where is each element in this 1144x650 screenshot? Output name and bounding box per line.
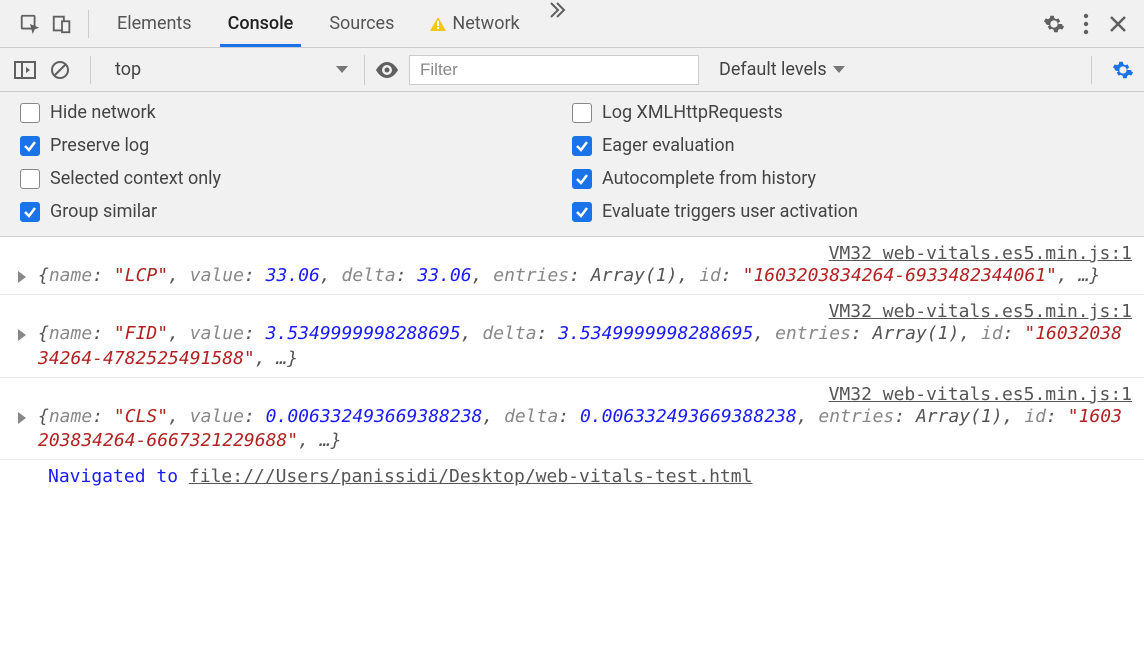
inspect-element-icon[interactable] xyxy=(14,8,46,40)
context-selector[interactable]: top xyxy=(105,55,365,85)
log-levels-selector[interactable]: Default levels xyxy=(709,59,855,80)
source-link[interactable]: VM32 web-vitals.es5.min.js:1 xyxy=(829,301,1132,322)
checkbox-icon xyxy=(20,202,40,222)
log-entry: VM32 web-vitals.es5.min.js:1 {name: "FID… xyxy=(0,295,1144,378)
warning-icon xyxy=(430,17,446,31)
checkbox-group-similar[interactable]: Group similar xyxy=(20,201,572,222)
checkbox-icon xyxy=(20,103,40,123)
tab-label: Sources xyxy=(329,13,394,34)
nav-url[interactable]: file:///Users/panissidi/Desktop/web-vita… xyxy=(189,466,753,487)
checkbox-label: Selected context only xyxy=(50,168,221,189)
navigation-entry: Navigated to file:///Users/panissidi/Des… xyxy=(0,460,1144,493)
checkbox-hide-network[interactable]: Hide network xyxy=(20,102,572,123)
console-log-area: VM32 web-vitals.es5.min.js:1 {name: "LCP… xyxy=(0,237,1144,493)
checkbox-icon xyxy=(20,136,40,156)
filter-input[interactable] xyxy=(409,55,699,85)
expand-arrow-icon[interactable] xyxy=(18,412,26,424)
console-settings-panel: Hide network Log XMLHttpRequests Preserv… xyxy=(0,92,1144,237)
panel-tabs: Elements Console Sources Network xyxy=(99,0,578,47)
sidebar-toggle-icon[interactable] xyxy=(14,61,40,79)
source-link[interactable]: VM32 web-vitals.es5.min.js:1 xyxy=(829,384,1132,405)
checkbox-label: Preserve log xyxy=(50,135,149,156)
log-object[interactable]: {name: "FID", value: 3.5349999998288695,… xyxy=(38,322,1132,371)
checkbox-icon xyxy=(20,169,40,189)
checkbox-label: Group similar xyxy=(50,201,157,222)
checkbox-label: Eager evaluation xyxy=(602,135,735,156)
expand-arrow-icon[interactable] xyxy=(18,271,26,283)
log-object[interactable]: {name: "CLS", value: 0.00633249366938823… xyxy=(38,405,1132,454)
checkbox-eager-eval[interactable]: Eager evaluation xyxy=(572,135,1124,156)
console-settings-gear-icon[interactable] xyxy=(1112,59,1134,81)
checkbox-icon xyxy=(572,103,592,123)
console-toolbar: top Default levels xyxy=(0,48,1144,92)
live-expression-icon[interactable] xyxy=(375,62,399,78)
clear-console-icon[interactable] xyxy=(50,60,76,80)
log-object[interactable]: {name: "LCP", value: 33.06, delta: 33.06… xyxy=(38,264,1132,288)
checkbox-icon xyxy=(572,169,592,189)
checkbox-icon xyxy=(572,136,592,156)
log-entry: VM32 web-vitals.es5.min.js:1 {name: "LCP… xyxy=(0,237,1144,295)
context-value: top xyxy=(115,59,141,80)
tab-label: Network xyxy=(452,13,519,34)
tab-sources[interactable]: Sources xyxy=(311,0,412,47)
divider xyxy=(88,10,89,38)
checkbox-eval-activation[interactable]: Evaluate triggers user activation xyxy=(572,201,1124,222)
settings-gear-icon[interactable] xyxy=(1038,8,1070,40)
close-icon[interactable] xyxy=(1102,8,1134,40)
tab-network[interactable]: Network xyxy=(412,0,537,47)
nav-prefix: Navigated to xyxy=(48,466,189,487)
checkbox-label: Log XMLHttpRequests xyxy=(602,102,783,123)
checkbox-log-xhr[interactable]: Log XMLHttpRequests xyxy=(572,102,1124,123)
more-tabs-icon[interactable] xyxy=(538,0,578,47)
chevron-down-icon xyxy=(833,66,845,73)
tab-label: Elements xyxy=(117,13,192,34)
divider xyxy=(90,56,91,84)
checkbox-context-only[interactable]: Selected context only xyxy=(20,168,572,189)
tab-elements[interactable]: Elements xyxy=(99,0,210,47)
levels-label: Default levels xyxy=(719,59,827,80)
divider xyxy=(1091,56,1092,84)
device-toolbar-icon[interactable] xyxy=(46,8,78,40)
checkbox-preserve-log[interactable]: Preserve log xyxy=(20,135,572,156)
checkbox-label: Hide network xyxy=(50,102,156,123)
tab-console[interactable]: Console xyxy=(210,0,312,47)
checkbox-label: Autocomplete from history xyxy=(602,168,816,189)
source-link[interactable]: VM32 web-vitals.es5.min.js:1 xyxy=(829,243,1132,264)
checkbox-icon xyxy=(572,202,592,222)
tab-label: Console xyxy=(228,13,294,34)
chevron-down-icon xyxy=(336,66,348,73)
expand-arrow-icon[interactable] xyxy=(18,329,26,341)
log-entry: VM32 web-vitals.es5.min.js:1 {name: "CLS… xyxy=(0,378,1144,461)
checkbox-label: Evaluate triggers user activation xyxy=(602,201,858,222)
kebab-menu-icon[interactable] xyxy=(1070,8,1102,40)
checkbox-autocomplete[interactable]: Autocomplete from history xyxy=(572,168,1124,189)
main-tab-bar: Elements Console Sources Network xyxy=(0,0,1144,48)
